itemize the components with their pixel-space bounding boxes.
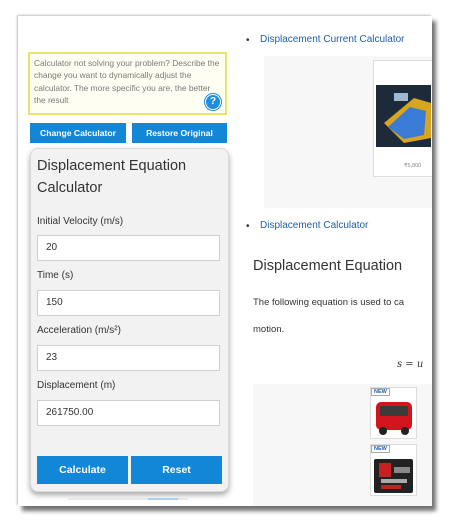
displacement-formula: s = u <box>397 359 424 370</box>
calculate-button[interactable]: Calculate <box>37 456 128 484</box>
bullet-icon: • <box>246 35 250 46</box>
displacement-input[interactable]: 261750.00 <box>37 400 220 426</box>
initial-velocity-input[interactable]: 20 <box>37 235 220 261</box>
ad-price: ₹5,800 <box>404 163 422 169</box>
card-footer-accent <box>148 498 178 500</box>
paragraph-line: The following equation is used to ca <box>253 297 405 308</box>
calculator-card: Displacement Equation Calculator Initial… <box>30 148 229 492</box>
calculator-change-prompt-input[interactable]: Calculator not solving your problem? Des… <box>28 52 227 115</box>
time-label: Time (s) <box>37 270 74 281</box>
ad-product-card[interactable]: ₹5,800 <box>373 60 432 177</box>
ad-new-badge: NEW <box>371 388 390 396</box>
section-heading: Displacement Equation <box>253 258 403 274</box>
ad-new-badge: NEW <box>371 445 390 453</box>
prompt-placeholder-text: Calculator not solving your problem? Des… <box>34 58 220 106</box>
browser-content-frame: Calculator not solving your problem? Des… <box>18 16 432 506</box>
displacement-calculator-link[interactable]: Displacement Calculator <box>260 220 368 231</box>
reset-button[interactable]: Reset <box>131 456 222 484</box>
initial-velocity-label: Initial Velocity (m/s) <box>37 216 124 227</box>
paragraph-line: motion. <box>253 324 285 335</box>
acceleration-input[interactable]: 23 <box>37 345 220 371</box>
time-input[interactable]: 150 <box>37 290 220 316</box>
product-ad-block[interactable]: NEW NEW <box>253 384 432 506</box>
advertisement-banner[interactable]: NEW ₹5,800 <box>264 56 432 208</box>
acceleration-label: Acceleration (m/s²) <box>37 325 121 336</box>
change-calculator-button[interactable]: Change Calculator <box>30 123 126 143</box>
ad-product-tile[interactable]: NEW <box>370 387 417 439</box>
card-footer-divider <box>68 498 188 500</box>
help-icon[interactable]: ? <box>205 94 221 110</box>
bullet-icon: • <box>246 221 250 232</box>
calculator-title: Displacement Equation Calculator <box>37 158 187 196</box>
restore-original-button[interactable]: Restore Original <box>132 123 227 143</box>
ad-product-tile[interactable]: NEW <box>370 444 417 496</box>
displacement-label: Displacement (m) <box>37 380 116 391</box>
displacement-current-calculator-link[interactable]: Displacement Current Calculator <box>260 34 405 45</box>
ad-product-image <box>374 83 432 155</box>
